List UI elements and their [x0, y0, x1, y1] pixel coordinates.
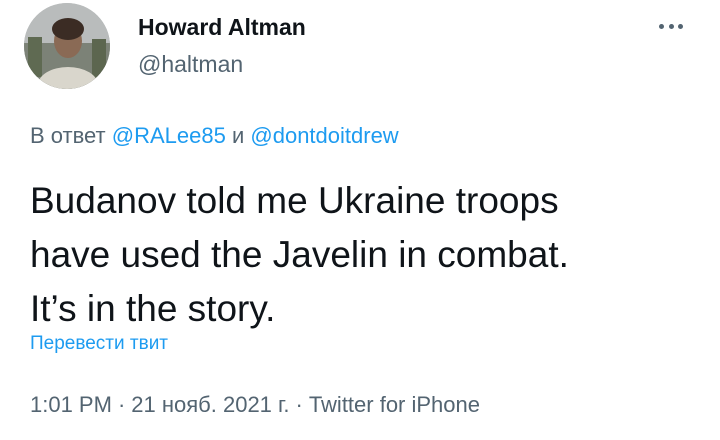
- reply-prefix: В ответ: [30, 123, 106, 148]
- reply-conjunction: и: [231, 123, 245, 148]
- dot: [668, 23, 674, 29]
- tweet-text: Budanov told me Ukraine troops have used…: [30, 174, 690, 336]
- reply-user-link[interactable]: @dontdoitdrew: [250, 123, 398, 148]
- dot: [659, 23, 664, 29]
- author-name[interactable]: Howard Altman: [138, 14, 306, 41]
- more-options-icon[interactable]: [656, 14, 686, 38]
- author-handle[interactable]: @haltman: [138, 51, 243, 78]
- tweet-date[interactable]: 21 нояб. 2021 г.: [131, 392, 289, 417]
- reply-context: В ответ @RALee85 и @dontdoitdrew: [30, 123, 399, 149]
- separator: ·: [117, 392, 126, 417]
- tweet-source[interactable]: Twitter for iPhone: [309, 392, 480, 417]
- tweet-text-line: have used the Javelin in combat.: [30, 234, 569, 275]
- separator: ·: [295, 392, 303, 417]
- translate-tweet-link[interactable]: Перевести твит: [30, 333, 168, 355]
- tweet-metadata: 1:01 PM · 21 нояб. 2021 г. · Twitter for iPh…: [30, 392, 480, 418]
- tweet-time[interactable]: 1:01 PM: [30, 392, 112, 417]
- reply-user-link[interactable]: @RALee85: [112, 123, 226, 148]
- avatar[interactable]: [24, 3, 110, 89]
- tweet-text-line: It’s in the story.: [30, 288, 276, 329]
- avatar-photo: [24, 3, 110, 89]
- dot: [678, 23, 683, 29]
- tweet-text-line: Budanov told me Ukraine troops: [30, 180, 559, 221]
